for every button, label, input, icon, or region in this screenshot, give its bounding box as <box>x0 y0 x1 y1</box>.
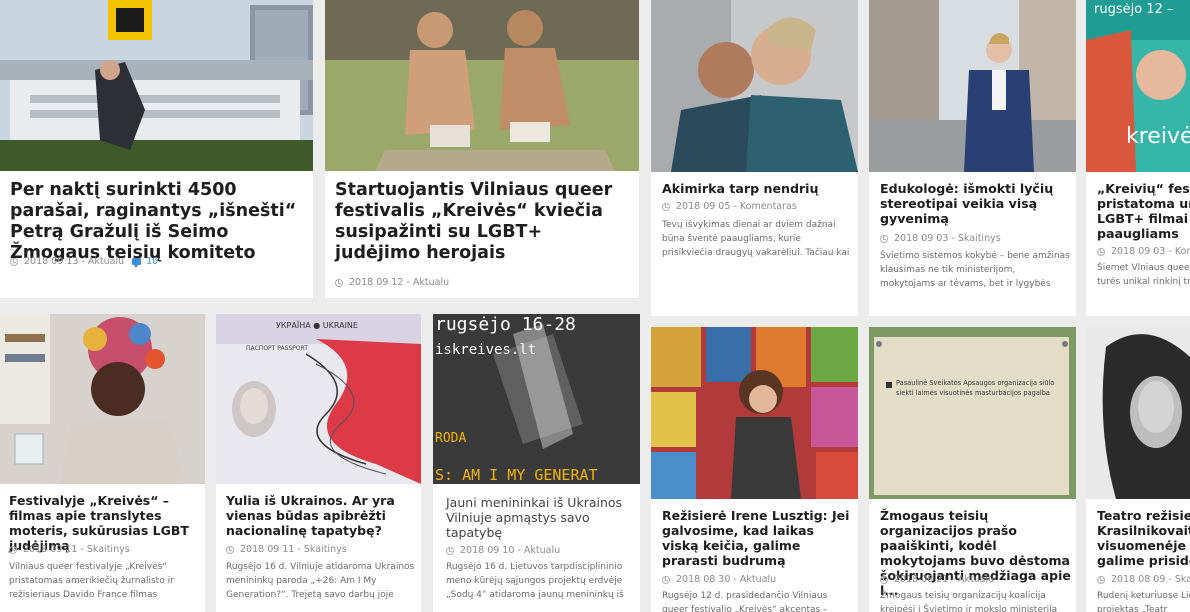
festival-word: kreivės <box>1126 124 1190 149</box>
clock-icon <box>10 257 18 266</box>
article-image[interactable] <box>0 0 313 171</box>
article-image[interactable] <box>325 0 639 171</box>
article-excerpt: Rugsėjo 12 d. prasidedančio Vilniaus que… <box>662 591 828 612</box>
article-meta: 2018 09 12 - Aktualu <box>335 277 449 288</box>
article-date: 2018 09 11 <box>240 544 295 555</box>
article-date: 2018 09 05 <box>676 201 731 212</box>
article-excerpt: Tevų išvykimas dienai ar dviem dažnai bū… <box>662 220 850 258</box>
article-meta: 2018 08 30 - Aktualu <box>662 574 776 585</box>
article-title[interactable]: Startuojantis Vilniaus queer festivalis … <box>335 180 625 264</box>
article-meta: 2018 09 11 - Skaitinys <box>9 544 130 555</box>
article-title[interactable]: „Kreivių“ festiv pristatoma uni – LGBT+ … <box>1097 181 1190 241</box>
clock-icon <box>226 545 234 554</box>
article-category[interactable]: Komentaras <box>740 201 797 212</box>
passport-header: УКРАЇНА ● UKRAINE <box>276 320 358 330</box>
clock-icon <box>880 575 888 584</box>
article-meta: 2018 09 10 - Aktualu <box>446 545 560 556</box>
banner-text: rugsėjo 12 – <box>1094 2 1173 17</box>
article-category[interactable]: Aktualu <box>958 574 994 585</box>
article-card[interactable]: Edukologė: išmokti lyčių stereotipai vei… <box>869 0 1076 316</box>
article-date: 2018 09 12 <box>349 277 404 288</box>
article-title[interactable]: Jauni menininkai iš Ukrainos Vilniuje ap… <box>446 495 640 540</box>
article-title[interactable]: Edukologė: išmokti lyčių stereotipai vei… <box>880 181 1060 226</box>
article-image[interactable] <box>869 0 1076 172</box>
article-category[interactable]: Komer <box>1175 246 1190 257</box>
clock-icon <box>662 202 670 211</box>
festival-site: iskreives.lt <box>435 342 536 358</box>
article-date: 2018 09 13 <box>24 256 79 267</box>
article-category[interactable]: Aktualu <box>88 256 124 267</box>
article-date: 2018 09 03 <box>1111 246 1166 257</box>
article-excerpt: Rugsėjo 16 d. Vilniuje atidaroma Ukraino… <box>226 562 415 600</box>
article-image[interactable]: Pasaulinė Sveikatos Apsaugos organizacij… <box>869 327 1076 499</box>
clock-icon <box>880 234 888 243</box>
article-card[interactable]: Pasaulinė Sveikatos Apsaugos organizacij… <box>869 327 1076 612</box>
article-title[interactable]: Yulia iš Ukrainos. Ar yra vienas būdas a… <box>226 493 411 538</box>
article-meta: 2018 09 03 - Komer <box>1097 246 1190 257</box>
article-category[interactable]: Aktualu <box>524 545 560 556</box>
article-category[interactable]: Aktualu <box>740 574 776 585</box>
article-image[interactable]: rugsėjo 16-28 iskreives.lt RODA S: AM I … <box>433 314 640 484</box>
article-category[interactable]: Skaitinys <box>958 233 1001 244</box>
article-card[interactable]: Teatro režisier Krasilnikovaitė visuomen… <box>1086 327 1190 612</box>
clock-icon <box>662 575 670 584</box>
article-image[interactable] <box>1086 327 1190 499</box>
comment-icon[interactable] <box>132 258 142 268</box>
article-meta: 2018 09 11 - Skaitinys <box>226 544 347 555</box>
clock-icon <box>1097 575 1105 584</box>
note-text: Pasaulinė Sveikatos Apsaugos organizacij… <box>896 379 1055 397</box>
article-date: 2018 09 10 <box>460 545 515 556</box>
exhibition-title: S: AM I MY GENERAT <box>435 466 598 484</box>
article-card[interactable]: УКРАЇНА ● UKRAINE ПАСПОРТ PASSPORT Yulia… <box>216 314 421 612</box>
article-meta: 2018 09 03 - Skaitinys <box>880 233 1001 244</box>
article-category[interactable]: Skaitinys <box>87 544 130 555</box>
article-excerpt: Rugsėjo 16 d. Lietuvos tarpdisciplininio… <box>446 562 624 600</box>
article-card[interactable]: Per naktį surinkti 4500 parašai, raginan… <box>0 0 313 298</box>
article-title[interactable]: Per naktį surinkti 4500 parašai, raginan… <box>10 180 305 264</box>
article-image[interactable] <box>651 0 858 172</box>
article-excerpt: Žmogaus teisių organizacijų koalicija kr… <box>880 591 1058 612</box>
article-meta: 2018 08 21 - Aktualu <box>880 574 994 585</box>
clock-icon <box>335 278 343 287</box>
article-image[interactable]: УКРАЇНА ● UKRAINE ПАСПОРТ PASSPORT <box>216 314 421 484</box>
article-image[interactable] <box>651 327 858 499</box>
article-meta: 2018 08 09 - Skait <box>1097 574 1190 585</box>
article-card[interactable]: Startuojantis Vilniaus queer festivalis … <box>325 0 639 298</box>
article-excerpt: Rudenį keturiuose Lie vyks projektas „Te… <box>1097 591 1190 612</box>
article-date: 2018 08 21 <box>894 574 949 585</box>
article-image[interactable] <box>0 314 205 484</box>
article-card[interactable]: Režisierė Irene Lusztig: Jei galvosime, … <box>651 327 858 612</box>
article-meta: 2018 09 05 - Komentaras <box>662 201 797 212</box>
article-excerpt: Vilniaus queer festivalyje „Kreivės“ pri… <box>9 562 174 600</box>
article-card[interactable]: Akimirka tarp nendrių 2018 09 05 - Komen… <box>651 0 858 316</box>
article-title[interactable]: Akimirka tarp nendrių <box>662 181 852 196</box>
article-meta: 2018 09 13 - Aktualu 10 <box>10 256 158 268</box>
festival-banner: rugsėjo 16-28 <box>435 314 576 335</box>
article-excerpt: Švietimo sistemos kokybė – bene amžinas … <box>880 251 1070 289</box>
article-category[interactable]: Aktualu <box>413 277 449 288</box>
passport-label: ПАСПОРТ PASSPORT <box>246 345 308 352</box>
article-title[interactable]: Teatro režisier Krasilnikovaitė visuomen… <box>1097 508 1190 568</box>
article-date: 2018 08 30 <box>676 574 731 585</box>
article-card[interactable]: Festivalyje „Kreivės“ – filmas apie tran… <box>0 314 205 612</box>
exhibition-label: RODA <box>435 431 466 446</box>
article-title[interactable]: Režisierė Irene Lusztig: Jei galvosime, … <box>662 508 852 568</box>
article-category[interactable]: Skait <box>1175 574 1190 585</box>
article-category[interactable]: Skaitinys <box>304 544 347 555</box>
article-card[interactable]: rugsėjo 16-28 iskreives.lt RODA S: AM I … <box>433 314 640 612</box>
article-date: 2018 08 09 <box>1111 574 1166 585</box>
clock-icon <box>446 546 454 555</box>
comment-count[interactable]: 10 <box>146 256 158 267</box>
article-image[interactable]: rugsėjo 12 – kreivės <box>1086 0 1190 172</box>
article-date: 2018 09 03 <box>894 233 949 244</box>
clock-icon <box>1097 247 1105 256</box>
article-card[interactable]: rugsėjo 12 – kreivės „Kreivių“ festiv pr… <box>1086 0 1190 316</box>
article-date: 2018 09 11 <box>23 544 78 555</box>
clock-icon <box>9 545 17 554</box>
article-excerpt: Šiemet Vlniaus queer f lankytojai turės … <box>1097 263 1190 287</box>
